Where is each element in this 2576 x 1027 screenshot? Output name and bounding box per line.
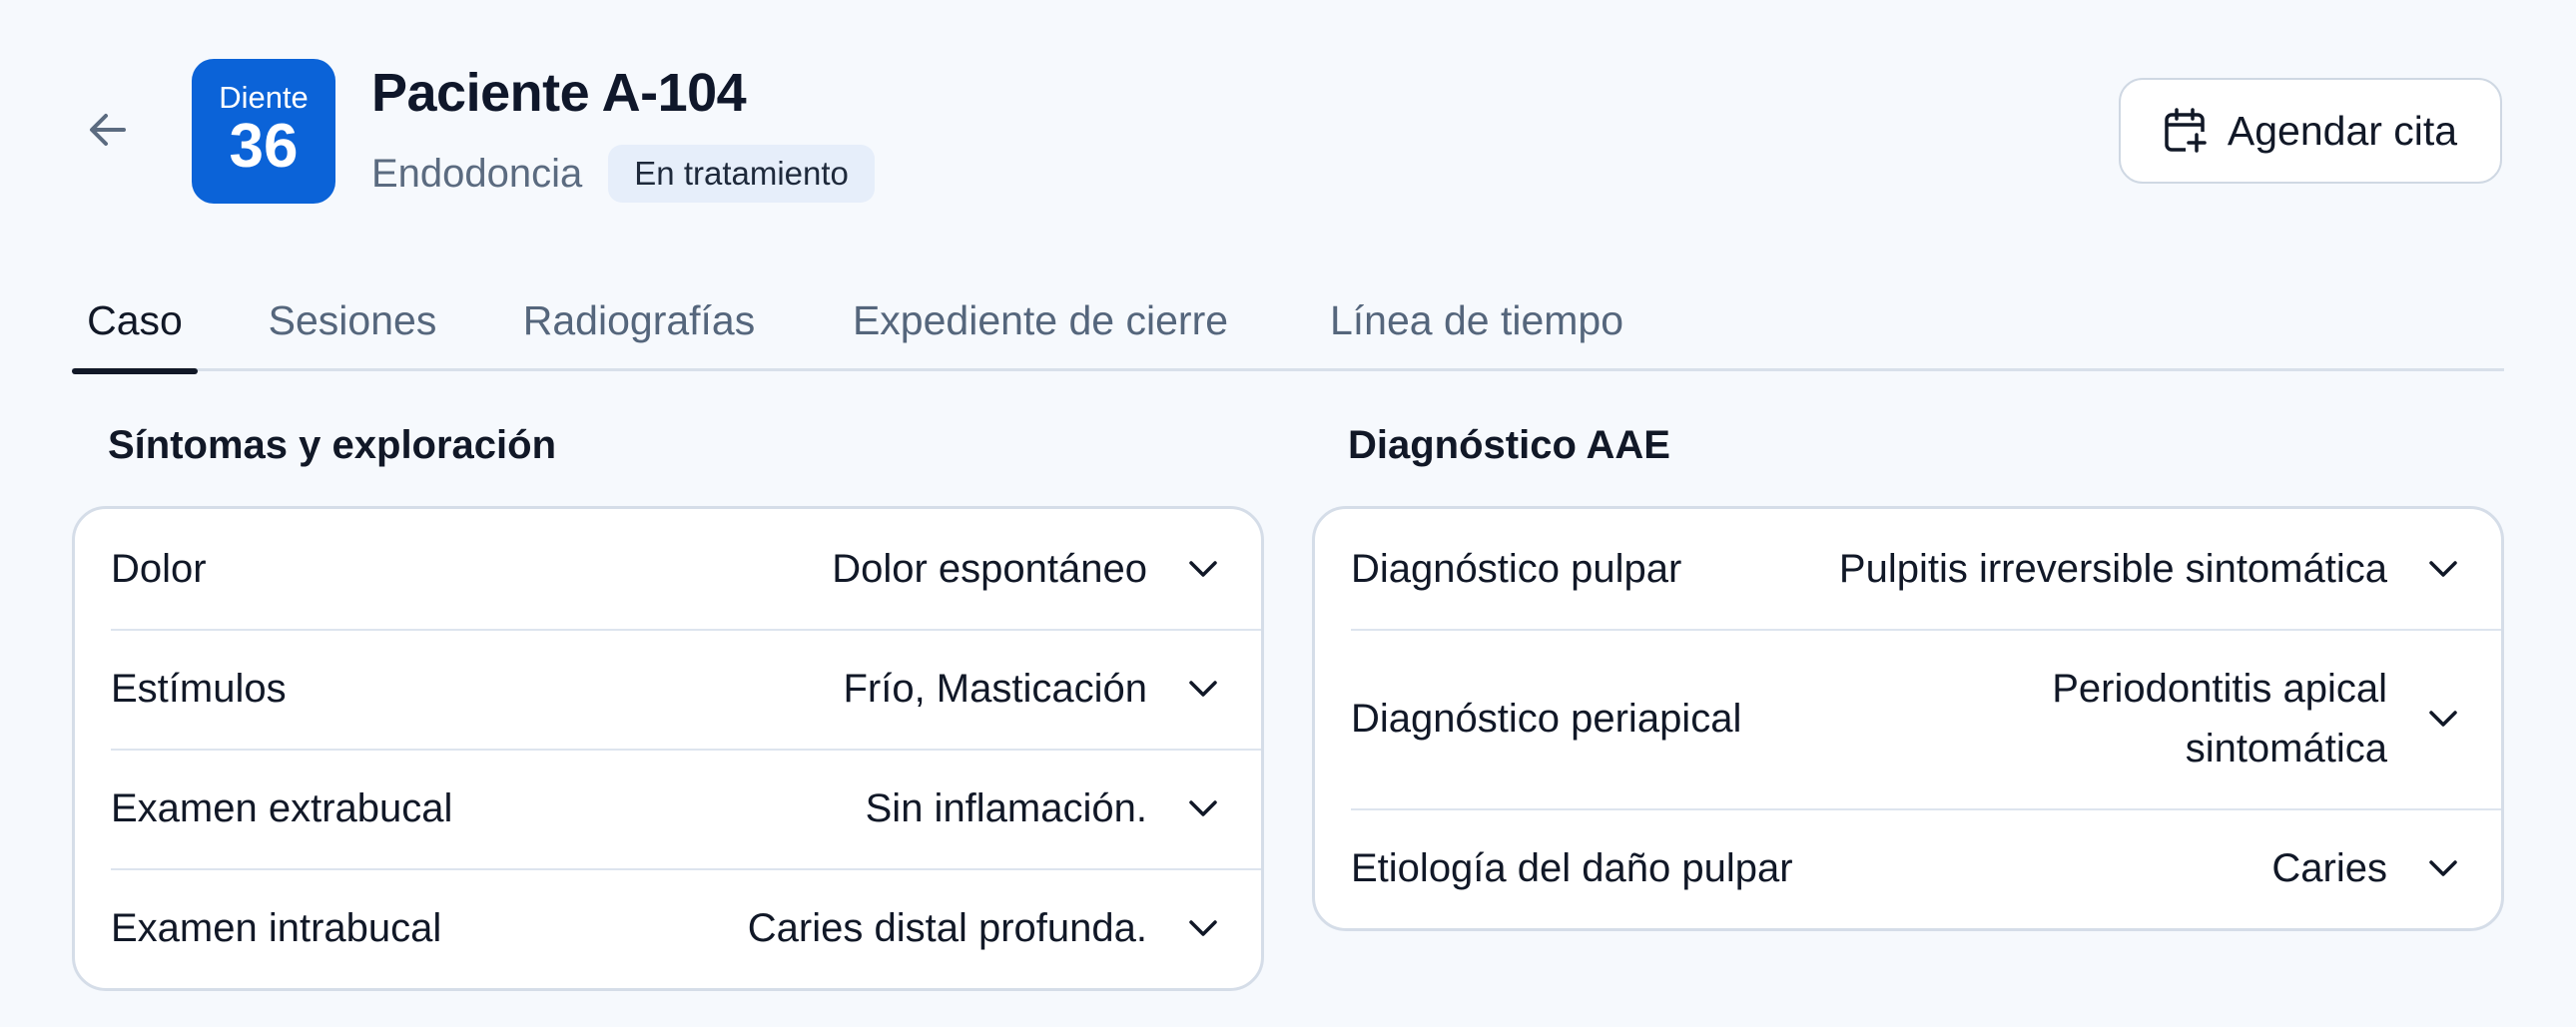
specialty-label: Endodoncia xyxy=(371,152,583,196)
field-examen-intrabucal[interactable]: Examen intrabucal Caries distal profunda… xyxy=(75,868,1261,988)
tooth-badge: Diente 36 xyxy=(192,59,335,204)
tooth-number: 36 xyxy=(229,111,299,181)
field-dolor[interactable]: Dolor Dolor espontáneo xyxy=(75,509,1261,629)
chevron-down-icon xyxy=(2425,560,2461,578)
tooth-label: Diente xyxy=(219,79,309,115)
field-diagnostico-pulpar[interactable]: Diagnóstico pulpar Pulpitis irreversible… xyxy=(1315,509,2501,629)
calendar-plus-icon xyxy=(2164,108,2208,154)
chevron-down-icon xyxy=(1185,799,1221,817)
field-value: Dolor espontáneo xyxy=(832,547,1147,591)
tab-radiografias[interactable]: Radiografías xyxy=(509,269,769,371)
chevron-down-icon xyxy=(2425,859,2461,877)
symptoms-section-title: Síntomas y exploración xyxy=(108,423,557,467)
page-title: Paciente A-104 xyxy=(371,63,747,123)
field-diagnostico-periapical[interactable]: Diagnóstico periapical Periodontitis api… xyxy=(1315,629,2501,808)
subtitle-row: Endodoncia En tratamiento xyxy=(371,144,875,204)
field-value: Periodontitis apical sintomática xyxy=(2052,659,2387,778)
schedule-appointment-button[interactable]: Agendar cita xyxy=(2119,78,2502,184)
field-estimulos[interactable]: Estímulos Frío, Masticación xyxy=(75,629,1261,749)
field-value: Frío, Masticación xyxy=(843,667,1147,711)
field-value: Sin inflamación. xyxy=(865,786,1147,830)
field-label: Estímulos xyxy=(111,666,287,711)
field-label: Diagnóstico pulpar xyxy=(1351,546,1682,591)
field-label: Etiología del daño pulpar xyxy=(1351,845,1793,890)
field-etiologia-dano-pulpar[interactable]: Etiología del daño pulpar Caries xyxy=(1315,808,2501,928)
arrow-left-icon xyxy=(90,114,126,146)
field-value-line: Periodontitis apical xyxy=(2052,667,2387,711)
case-page: Diente 36 Paciente A-104 Endodoncia En t… xyxy=(0,0,2576,1027)
tab-caso[interactable]: Caso xyxy=(72,269,198,374)
field-value-line: sintomática xyxy=(2185,727,2387,770)
diagnosis-card: Diagnóstico pulpar Pulpitis irreversible… xyxy=(1312,506,2504,931)
tab-expediente-de-cierre[interactable]: Expediente de cierre xyxy=(831,269,1250,371)
schedule-button-label: Agendar cita xyxy=(2227,107,2458,154)
diagnosis-section-title: Diagnóstico AAE xyxy=(1348,423,1670,467)
chevron-down-icon xyxy=(1185,919,1221,937)
symptoms-card: Dolor Dolor espontáneo Estímulos Frío, M… xyxy=(72,506,1264,991)
chevron-down-icon xyxy=(1185,680,1221,698)
tab-bar: Caso Sesiones Radiografías Expediente de… xyxy=(72,269,2504,374)
status-badge: En tratamiento xyxy=(608,145,875,203)
field-value: Caries xyxy=(2271,846,2387,890)
field-label: Dolor xyxy=(111,546,207,591)
field-value: Pulpitis irreversible sintomática xyxy=(1838,547,2387,591)
back-button[interactable] xyxy=(78,100,138,160)
field-examen-extrabucal[interactable]: Examen extrabucal Sin inflamación. xyxy=(75,749,1261,868)
field-label: Examen extrabucal xyxy=(111,785,453,830)
field-label: Examen intrabucal xyxy=(111,905,442,950)
field-value: Caries distal profunda. xyxy=(747,906,1147,950)
tab-sesiones[interactable]: Sesiones xyxy=(258,269,447,371)
tab-linea-de-tiempo[interactable]: Línea de tiempo xyxy=(1314,269,1639,371)
chevron-down-icon xyxy=(2425,710,2461,728)
chevron-down-icon xyxy=(1185,560,1221,578)
field-label: Diagnóstico periapical xyxy=(1351,696,1742,741)
